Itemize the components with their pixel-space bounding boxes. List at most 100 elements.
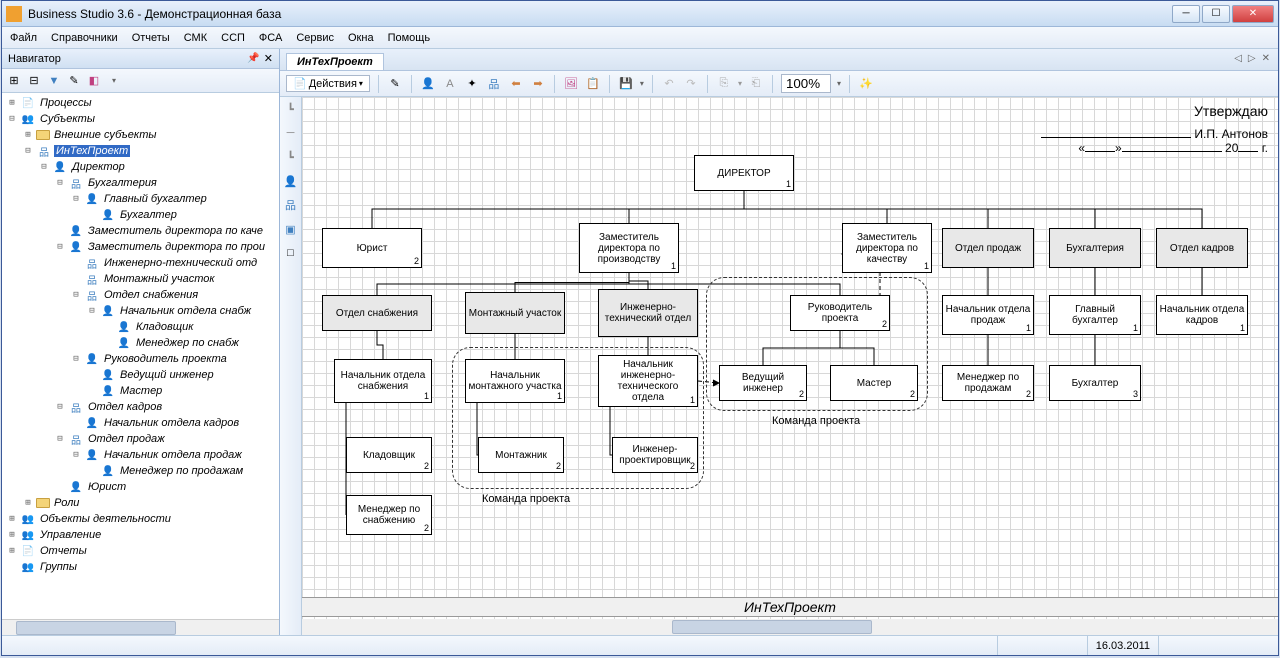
tool-org-icon[interactable]: 品 xyxy=(283,197,299,213)
tree-node-3[interactable]: ⊟品ИнТехПроект xyxy=(2,143,279,159)
org-box-mont-uch[interactable]: Монтажный участок xyxy=(465,292,565,334)
navigator-tree[interactable]: ⊞📄Процессы⊟👥Субъекты⊞Внешние субъекты⊟品И… xyxy=(2,93,279,619)
filter-icon[interactable]: ▼ xyxy=(46,73,62,89)
menu-service[interactable]: Сервис xyxy=(296,32,334,44)
tree-node-11[interactable]: 品Монтажный участок xyxy=(2,271,279,287)
org-box-nach-snab[interactable]: Начальник отдела снабжения1 xyxy=(334,359,432,403)
tool-person-icon[interactable]: 👤 xyxy=(283,173,299,189)
org-box-nach-prodazh[interactable]: Начальник отдела продаж1 xyxy=(942,295,1034,335)
menu-smk[interactable]: СМК xyxy=(184,32,207,44)
auto-icon[interactable]: A xyxy=(442,76,458,92)
org-box-zam-proizv[interactable]: Заместитель директора по производству1 xyxy=(579,223,679,273)
tree-node-9[interactable]: ⊟👤Заместитель директора по прои xyxy=(2,239,279,255)
close-button[interactable]: ✕ xyxy=(1232,5,1274,23)
panel-close-icon[interactable]: ✕ xyxy=(264,52,273,65)
tool-box-icon[interactable]: ▣ xyxy=(283,221,299,237)
org-box-buh[interactable]: Бухгалтерия xyxy=(1049,228,1141,268)
org-box-kladov[interactable]: Кладовщик2 xyxy=(346,437,432,473)
edit-icon[interactable]: ✎ xyxy=(66,73,82,89)
tree-node-6[interactable]: ⊟👤Главный бухгалтер xyxy=(2,191,279,207)
tab-intehproekt[interactable]: ИнТехПроект xyxy=(286,53,384,70)
tree-node-17[interactable]: 👤Ведущий инженер xyxy=(2,367,279,383)
expand-icon[interactable]: ⊞ xyxy=(6,73,22,89)
tree-node-10[interactable]: 品Инженерно-технический отд xyxy=(2,255,279,271)
tree-node-16[interactable]: ⊟👤Руководитель проекта xyxy=(2,351,279,367)
tree-node-5[interactable]: ⊟品Бухгалтерия xyxy=(2,175,279,191)
tree-node-29[interactable]: 👥Группы xyxy=(2,559,279,575)
tool-3-icon[interactable]: ┗ xyxy=(283,149,299,165)
org-box-director[interactable]: ДИРЕКТОР1 xyxy=(694,155,794,191)
tree-node-8[interactable]: 👤Заместитель директора по каче xyxy=(2,223,279,239)
tool-text-icon[interactable]: □ xyxy=(283,245,299,261)
org-box-nach-kadrov[interactable]: Начальник отдела кадров1 xyxy=(1156,295,1248,335)
pin-icon[interactable]: 📌 xyxy=(247,53,259,64)
tab-prev-icon[interactable]: ◁ xyxy=(1234,53,1242,64)
menu-fsa[interactable]: ФСА xyxy=(259,32,282,44)
tree-node-1[interactable]: ⊟👥Субъекты xyxy=(2,111,279,127)
maximize-button[interactable]: ☐ xyxy=(1202,5,1230,23)
minimize-button[interactable]: ─ xyxy=(1172,5,1200,23)
tree-node-14[interactable]: 👤Кладовщик xyxy=(2,319,279,335)
actions-button[interactable]: 📄 Действия ▾ xyxy=(286,75,370,92)
image-icon[interactable]: 🖼 xyxy=(563,76,579,92)
org-box-jurist[interactable]: Юрист2 xyxy=(322,228,422,268)
org-box-buh2[interactable]: Бухгалтер3 xyxy=(1049,365,1141,401)
preview-icon[interactable]: 📋 xyxy=(585,76,601,92)
paste-icon[interactable]: ⎗ xyxy=(748,76,764,92)
org-box-men-snab[interactable]: Менеджер по снабжению2 xyxy=(346,495,432,535)
zoom-input[interactable] xyxy=(781,74,831,93)
save-icon[interactable]: 💾 xyxy=(618,76,634,92)
edit-doc-icon[interactable]: ✎ xyxy=(387,76,403,92)
tree-node-24[interactable]: 👤Юрист xyxy=(2,479,279,495)
org-box-otd-snab[interactable]: Отдел снабжения xyxy=(322,295,432,331)
menu-file[interactable]: Файл xyxy=(10,32,37,44)
menu-reports[interactable]: Отчеты xyxy=(132,32,170,44)
tree-node-4[interactable]: ⊟👤Директор xyxy=(2,159,279,175)
diagram-canvas[interactable]: Утверждаю И.П. Антонов «» 20 г. ДИРЕКТОР… xyxy=(302,97,1278,635)
org-icon[interactable]: 品 xyxy=(486,76,502,92)
tree-node-23[interactable]: 👤Менеджер по продажам xyxy=(2,463,279,479)
tree-node-18[interactable]: 👤Мастер xyxy=(2,383,279,399)
tree-node-20[interactable]: 👤Начальник отдела кадров xyxy=(2,415,279,431)
menu-windows[interactable]: Окна xyxy=(348,32,374,44)
menu-ssp[interactable]: ССП xyxy=(221,32,245,44)
tree-node-2[interactable]: ⊞Внешние субъекты xyxy=(2,127,279,143)
tree-node-21[interactable]: ⊟品Отдел продаж xyxy=(2,431,279,447)
tree-node-19[interactable]: ⊟品Отдел кадров xyxy=(2,399,279,415)
tree-node-7[interactable]: 👤Бухгалтер xyxy=(2,207,279,223)
undo-icon[interactable]: ↶ xyxy=(661,76,677,92)
arrow-right-icon[interactable]: ➡ xyxy=(530,76,546,92)
org-box-zam-kach[interactable]: Заместитель директора по качеству1 xyxy=(842,223,932,273)
tab-close-icon[interactable]: ✕ xyxy=(1262,53,1270,64)
tab-next-icon[interactable]: ▷ xyxy=(1248,53,1256,64)
redo-icon[interactable]: ↷ xyxy=(683,76,699,92)
org-box-inj-tech[interactable]: Инженерно-технический отдел xyxy=(598,289,698,337)
colorize-icon[interactable]: ◧ xyxy=(86,73,102,89)
tree-node-13[interactable]: ⊟👤Начальник отдела снабж xyxy=(2,303,279,319)
tree-node-0[interactable]: ⊞📄Процессы xyxy=(2,95,279,111)
tools-icon[interactable]: ✦ xyxy=(464,76,480,92)
org-box-men-prodazh[interactable]: Менеджер по продажам2 xyxy=(942,365,1034,401)
tool-2-icon[interactable]: ─ xyxy=(283,125,299,141)
dropdown-icon[interactable]: ▾ xyxy=(106,73,122,89)
person-icon[interactable]: 👤 xyxy=(420,76,436,92)
nav-scrollbar-h[interactable] xyxy=(2,619,279,635)
refresh-icon[interactable]: ✨ xyxy=(858,76,874,92)
tree-node-15[interactable]: 👤Менеджер по снабж xyxy=(2,335,279,351)
copy-icon[interactable]: ⎘ xyxy=(716,76,732,92)
arrow-left-icon[interactable]: ⬅ xyxy=(508,76,524,92)
tree-node-12[interactable]: ⊟品Отдел снабжения xyxy=(2,287,279,303)
tree-node-27[interactable]: ⊞👥Управление xyxy=(2,527,279,543)
menu-help[interactable]: Помощь xyxy=(388,32,431,44)
menu-ref[interactable]: Справочники xyxy=(51,32,118,44)
tree-node-25[interactable]: ⊞Роли xyxy=(2,495,279,511)
canvas-scrollbar-h[interactable] xyxy=(302,619,1278,635)
tree-node-22[interactable]: ⊟👤Начальник отдела продаж xyxy=(2,447,279,463)
org-box-glav-buh[interactable]: Главный бухгалтер1 xyxy=(1049,295,1141,335)
tool-1-icon[interactable]: ┗ xyxy=(283,101,299,117)
org-box-otd-kadrov[interactable]: Отдел кадров xyxy=(1156,228,1248,268)
collapse-icon[interactable]: ⊟ xyxy=(26,73,42,89)
tree-node-26[interactable]: ⊞👥Объекты деятельности xyxy=(2,511,279,527)
tree-node-28[interactable]: ⊞📄Отчеты xyxy=(2,543,279,559)
org-box-otd-prodazh[interactable]: Отдел продаж xyxy=(942,228,1034,268)
